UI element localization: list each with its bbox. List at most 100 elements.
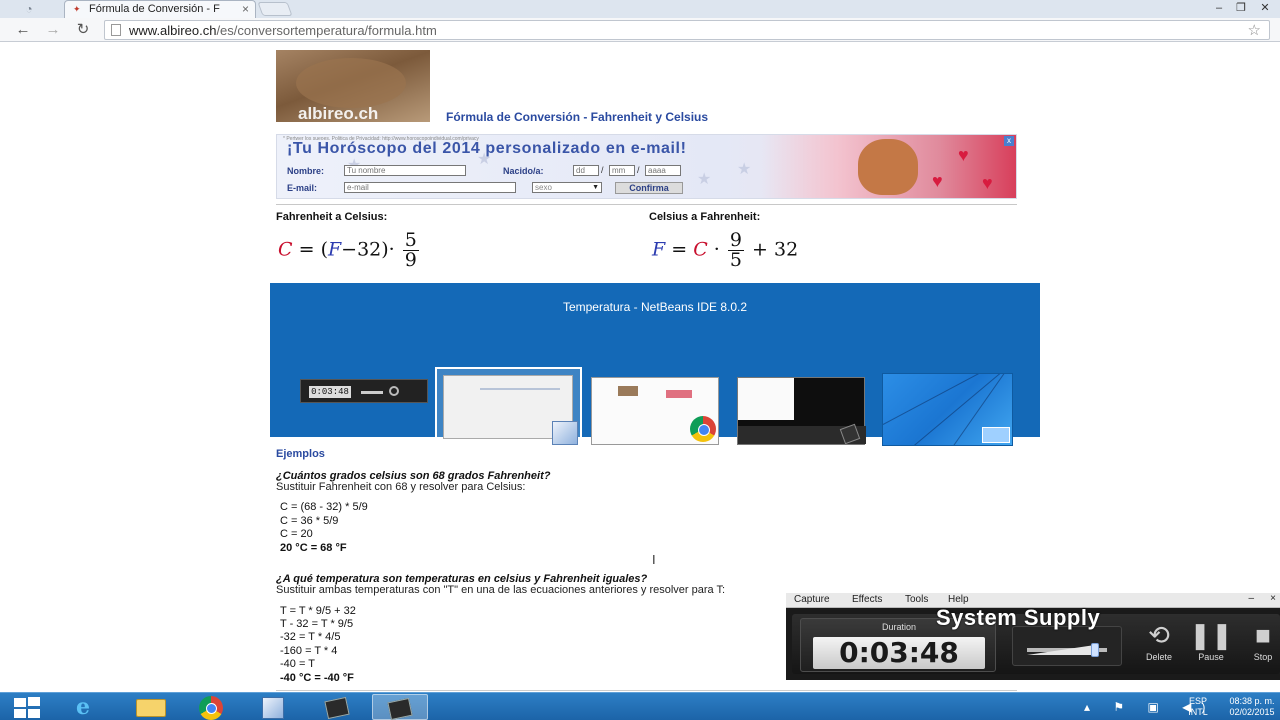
url-domain: www.albireo.ch [129,23,217,38]
browser-toolbar: ← → ↻ www.albireo.ch/es/conversortempera… [0,18,1280,42]
formula-plus-32: + 32 [752,238,799,261]
divider [276,690,1017,691]
f-to-c-label: Fahrenheit a Celsius: [276,211,388,223]
ad-close-icon[interactable]: x [1004,136,1014,146]
pause-icon: ❚❚ [1189,620,1233,650]
reload-button[interactable]: ↻ [72,20,94,40]
ad-photo: ♥ ♥ ♥ [762,135,1016,198]
switcher-thumb-desktop[interactable] [882,373,1013,446]
example2-instruction: Sustituir ambas temperaturas con "T" en … [276,584,726,596]
recorder-minimize-button[interactable]: – [1248,593,1254,604]
screen: ◔ ✦ Fórmula de Conversión - F × ‒ ❐ ✕ ← … [0,0,1280,720]
formula-dot: · [713,238,720,261]
menu-tools[interactable]: Tools [905,594,928,605]
ad-confirm-button[interactable]: Confirma [615,182,683,194]
example2-step: -160 = T * 4 [280,645,338,657]
fraction-denominator: 9 [404,249,417,271]
example2-step: -32 = T * 4/5 [280,631,341,643]
delete-icon: ⟲ [1148,620,1170,650]
taskbar-file-explorer[interactable] [122,694,178,720]
formula-var-c: C [693,238,708,261]
windows-logo-icon [14,709,26,718]
formula-fraction: 5 9 [402,231,419,271]
duration-value: 0:03:48 [813,637,985,669]
taskbar-netbeans[interactable] [246,694,302,720]
site-logo[interactable]: albireo.ch [276,50,430,122]
ad-gender-value: sexo [535,183,552,192]
horoscope-ad[interactable]: ★ ★ ★ ★ ♥ ♥ ♥ * Pertwer los sueoes. Poli… [276,134,1017,199]
ad-month-field[interactable] [609,165,635,176]
thumb-duration: 0:03:48 [309,386,351,398]
tab-title: Fórmula de Conversión - F [89,3,220,15]
ad-year-field[interactable] [645,165,681,176]
bookmark-star-icon[interactable]: ☆ [1248,21,1261,39]
ad-gender-select[interactable]: sexo ▼ [532,182,602,193]
formula-var-f: F [652,238,666,261]
system-clock[interactable]: 08:38 p. m. 02/02/2015 [1224,696,1280,720]
switcher-thumb-netbeans[interactable] [435,367,582,449]
ad-headline: ¡Tu Horóscopo del 2014 personalizado en … [287,140,687,157]
new-tab-button[interactable] [257,2,293,16]
page-icon [111,24,121,36]
switcher-thumb-chrome[interactable] [591,377,719,445]
example1-step: C = 36 * 5/9 [280,515,339,527]
watermark-text: System Supply [936,605,1101,630]
formula-c-to-f: F = C · 9 5 + 32 [652,231,798,270]
taskbar-chrome[interactable] [184,694,240,720]
example1-result: 20 °C = 68 °F [280,542,347,554]
windows-logo-icon [28,709,40,718]
ad-name-field[interactable] [344,165,466,176]
back-button[interactable]: ← [12,20,34,40]
taskbar-recorder[interactable] [310,694,366,720]
stop-button[interactable]: ■ Stop [1238,618,1280,670]
example1-step: C = (68 - 32) * 5/9 [280,501,368,513]
minimize-button[interactable]: ‒ [1208,0,1230,16]
divider [276,204,1017,205]
browser-tab[interactable]: ✦ Fórmula de Conversión - F × [64,0,256,18]
dropdown-arrow-icon: ▼ [592,184,599,191]
heart-icon: ♥ [958,145,969,165]
text-cursor-icon: I [652,552,656,567]
thumb-button [389,386,399,396]
chrome-preview-ad [666,390,692,398]
forward-button[interactable]: → [42,20,64,40]
browser-titlebar: ◔ ✦ Fórmula de Conversión - F × ‒ ❐ ✕ [0,0,1280,18]
pause-button[interactable]: ❚❚ Pause [1186,618,1236,670]
delete-button[interactable]: ⟲ Delete [1134,618,1184,670]
volume-slider[interactable] [1091,643,1099,657]
ad-name-label: Nombre: [287,166,325,176]
formula-paren: ( [320,238,328,261]
formula-minus-32: −32)· [341,238,395,261]
formula-f-to-c: C = (F−32)· 5 9 [278,231,421,270]
taskbar-recorder-2[interactable] [372,694,428,720]
stop-label: Stop [1253,652,1273,662]
star-decoration: ★ [737,161,752,178]
ad-email-field[interactable] [344,182,516,193]
address-bar[interactable]: www.albireo.ch/es/conversortemperatura/f… [104,20,1270,40]
ad-email-label: E-mail: [287,183,318,193]
close-tab-icon[interactable]: × [242,2,249,16]
ad-model-image [858,139,918,195]
restore-button[interactable]: ❐ [1230,0,1252,16]
language-code: ESP [1188,696,1207,706]
switcher-thumb-video[interactable] [737,377,866,445]
internet-explorer-icon: e [76,694,90,720]
menu-help[interactable]: Help [948,594,969,605]
profile-icon[interactable]: ◔ [14,2,44,16]
clock-date: 02/02/2015 [1229,707,1275,717]
close-window-button[interactable]: ✕ [1254,0,1276,16]
menu-capture[interactable]: Capture [794,594,830,605]
chrome-icon [199,696,223,720]
stop-icon: ■ [1255,620,1271,650]
video-preview [738,378,794,420]
language-indicator[interactable]: ESP INTL [1184,696,1212,720]
ad-day-field[interactable] [573,165,599,176]
start-button[interactable] [14,697,44,719]
star-decoration: ★ [697,171,712,188]
taskbar-internet-explorer[interactable]: e [60,694,116,720]
menu-effects[interactable]: Effects [852,594,882,605]
switcher-thumb-recorder[interactable]: 0:03:48 [300,379,428,403]
ad-date-separator: / [601,165,604,175]
desktop-icon [982,427,1010,443]
recorder-close-button[interactable]: × [1270,593,1276,604]
